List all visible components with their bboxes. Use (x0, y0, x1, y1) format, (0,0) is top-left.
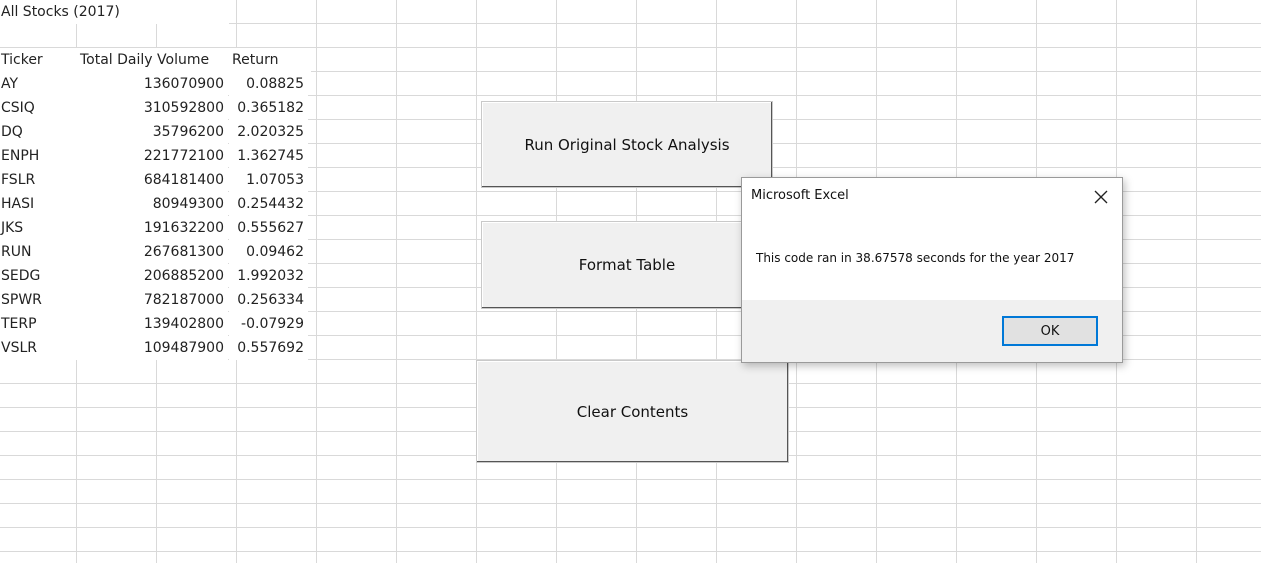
return-cell[interactable]: 0.256334 (229, 288, 308, 312)
clear-contents-button[interactable]: Clear Contents (476, 360, 789, 463)
ticker-cell[interactable]: SPWR (0, 288, 77, 312)
dialog-footer: OK (742, 300, 1122, 362)
return-cell[interactable]: 1.07053 (229, 168, 308, 192)
volume-cell[interactable]: 139402800 (77, 312, 228, 336)
volume-cell[interactable]: 782187000 (77, 288, 228, 312)
ticker-cell[interactable]: HASI (0, 192, 77, 216)
dialog-message: This code ran in 38.67578 seconds for th… (756, 251, 1075, 265)
ok-button[interactable]: OK (1002, 316, 1098, 346)
ticker-cell[interactable]: JKS (0, 216, 77, 240)
ticker-cell[interactable]: FSLR (0, 168, 77, 192)
sheet-title: All Stocks (2017) (0, 0, 229, 24)
volume-cell[interactable]: 684181400 (77, 168, 228, 192)
volume-cell[interactable]: 206885200 (77, 264, 228, 288)
ticker-cell[interactable]: VSLR (0, 336, 77, 360)
header-total-daily-volume: Total Daily Volume (77, 48, 231, 72)
ticker-cell[interactable]: DQ (0, 120, 77, 144)
volume-cell[interactable]: 136070900 (77, 72, 228, 96)
return-cell[interactable]: 0.08825 (229, 72, 308, 96)
return-cell[interactable]: 0.557692 (229, 336, 308, 360)
return-cell[interactable]: 0.555627 (229, 216, 308, 240)
message-box: Microsoft Excel This code ran in 38.6757… (741, 177, 1123, 363)
ticker-cell[interactable]: ENPH (0, 144, 77, 168)
volume-cell[interactable]: 310592800 (77, 96, 228, 120)
format-table-button[interactable]: Format Table (481, 221, 773, 309)
volume-cell[interactable]: 191632200 (77, 216, 228, 240)
ticker-cell[interactable]: SEDG (0, 264, 77, 288)
dialog-title: Microsoft Excel (751, 188, 849, 203)
ticker-cell[interactable]: RUN (0, 240, 77, 264)
volume-cell[interactable]: 80949300 (77, 192, 228, 216)
return-cell[interactable]: 1.992032 (229, 264, 308, 288)
ticker-cell[interactable]: TERP (0, 312, 77, 336)
return-cell[interactable]: 0.365182 (229, 96, 308, 120)
volume-cell[interactable]: 109487900 (77, 336, 228, 360)
header-return: Return (229, 48, 311, 72)
ticker-cell[interactable]: AY (0, 72, 77, 96)
volume-cell[interactable]: 35796200 (77, 120, 228, 144)
run-original-stock-analysis-button[interactable]: Run Original Stock Analysis (481, 101, 773, 188)
close-icon[interactable] (1090, 186, 1112, 208)
return-cell[interactable]: -0.07929 (229, 312, 308, 336)
return-cell[interactable]: 0.09462 (229, 240, 308, 264)
volume-cell[interactable]: 221772100 (77, 144, 228, 168)
return-cell[interactable]: 2.020325 (229, 120, 308, 144)
volume-cell[interactable]: 267681300 (77, 240, 228, 264)
return-cell[interactable]: 0.254432 (229, 192, 308, 216)
header-ticker: Ticker (0, 48, 77, 72)
return-cell[interactable]: 1.362745 (229, 144, 308, 168)
ticker-cell[interactable]: CSIQ (0, 96, 77, 120)
